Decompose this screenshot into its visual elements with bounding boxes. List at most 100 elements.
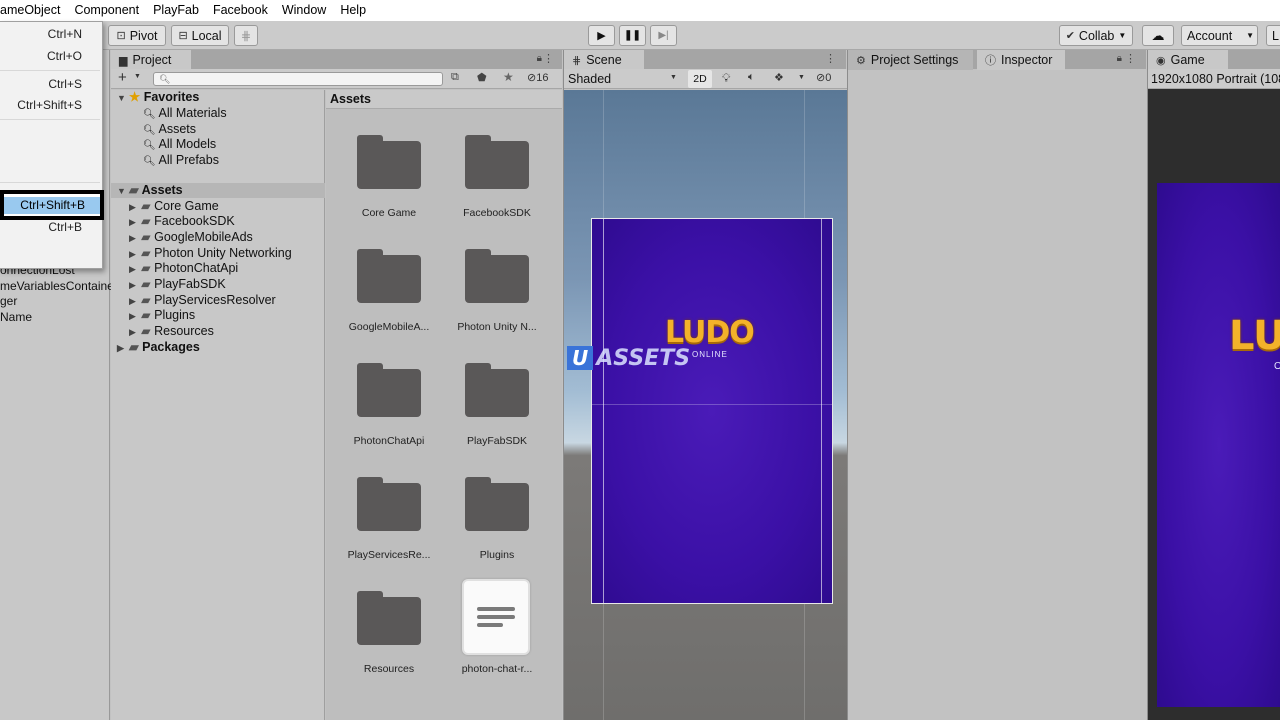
tree-fav-item[interactable]: 🔍︎ Assets — [111, 122, 325, 137]
game-viewport[interactable]: LU ON — [1148, 89, 1280, 720]
asset-label: PhotonChatApi — [353, 435, 425, 447]
collab-button[interactable]: ✔ Collab ▼ — [1059, 25, 1133, 46]
menu-component[interactable]: Component — [67, 0, 146, 21]
scene-viewport[interactable]: LUDO ONLINE U ASSETS — [564, 90, 847, 720]
local-button[interactable]: ⊟ Local — [171, 25, 229, 46]
effects-icon[interactable]: ❖ — [774, 71, 784, 84]
tree-folder[interactable]: ▶ ▰ PhotonChatApi — [111, 261, 325, 276]
step-button[interactable]: ▶| — [650, 25, 677, 46]
folder-icon: ▰ — [141, 324, 151, 338]
hierarchy-item[interactable]: Name — [0, 310, 32, 324]
menu-item-new-scene[interactable]: Ctrl+N — [48, 27, 82, 41]
folder-icon[interactable] — [357, 363, 421, 417]
hierarchy-item[interactable]: meVariablesContaine — [0, 279, 114, 293]
game-canvas-preview[interactable]: LUDO ONLINE — [591, 218, 833, 604]
chevron-down-icon[interactable]: ▼ — [798, 74, 805, 81]
project-panel: ▆ Project 🔒︎ ⋮ + ▼ 🔍︎ ⧉ ⬟ ★ ⊘16 ▼ ★ Favori… — [111, 50, 562, 720]
tree-fav-item[interactable]: 🔍︎ All Models — [111, 137, 325, 152]
favorites-label: Favorites — [143, 90, 200, 104]
folder-icon[interactable] — [465, 363, 529, 417]
text-file-icon[interactable] — [462, 579, 530, 655]
folder-icon[interactable] — [465, 249, 529, 303]
account-button[interactable]: Account ▼ — [1181, 25, 1258, 46]
tree-folder[interactable]: ▶ ▰ Core Game — [111, 199, 325, 214]
menu-facebook[interactable]: Facebook — [206, 0, 275, 21]
tab-inspector[interactable]: ⓘ Inspector — [977, 50, 1065, 70]
play-button[interactable]: ▶ — [588, 25, 615, 46]
tree-packages[interactable]: ▶ ▰ Packages — [111, 340, 325, 355]
menu-item-save-as[interactable]: Ctrl+Shift+S — [17, 98, 82, 112]
cloud-button[interactable]: ☁ — [1142, 25, 1174, 46]
tree-assets-root[interactable]: ▼ ▰ Assets — [111, 183, 325, 198]
chevron-down-icon[interactable]: ▼ — [134, 73, 141, 80]
lock-icon[interactable]: 🔒︎ — [537, 53, 542, 64]
folder-icon[interactable] — [465, 477, 529, 531]
folder-label: Core Game — [154, 199, 219, 213]
search-by-type-icon[interactable]: ⧉ — [451, 71, 459, 84]
menu-item-save[interactable]: Ctrl+S — [48, 77, 82, 91]
tree-folder[interactable]: ▶ ▰ PlayServicesResolver — [111, 293, 325, 308]
pause-button[interactable]: ❚❚ — [619, 25, 646, 46]
tree-fav-item[interactable]: 🔍︎ All Prefabs — [111, 153, 325, 168]
eye-slash-icon: ⊘ — [527, 72, 537, 84]
build-settings-shortcut: Ctrl+Shift+B — [20, 198, 85, 212]
2d-toggle[interactable]: 2D — [688, 70, 712, 88]
scene-tab-row: ⋕ Scene ⋮ — [564, 50, 846, 70]
menu-item-build-settings[interactable]: Ctrl+Shift+B — [0, 190, 104, 220]
fav-label: All Prefabs — [158, 153, 219, 167]
inspector-tab-row: ⚙ Project Settings ⓘ Inspector 🔒︎ ⋮ — [848, 50, 1146, 70]
menu-playfab[interactable]: PlayFab — [146, 0, 206, 21]
folder-icon[interactable] — [357, 249, 421, 303]
tree-fav-item[interactable]: 🔍︎ All Materials — [111, 106, 325, 121]
tree-folder[interactable]: ▶ ▰ Plugins — [111, 308, 325, 323]
layers-button[interactable]: L — [1266, 25, 1280, 46]
tree-folder[interactable]: ▶ ▰ FacebookSDK — [111, 214, 325, 229]
folder-icon[interactable] — [357, 591, 421, 645]
more-icon[interactable]: ⋮ — [1125, 52, 1136, 65]
more-icon[interactable]: ⋮ — [543, 52, 554, 65]
hidden-packages-toggle[interactable]: ⊘16 — [527, 71, 548, 84]
tree-folder[interactable]: ▶ ▰ GoogleMobileAds — [111, 230, 325, 245]
folder-icon[interactable] — [357, 477, 421, 531]
asset-label: Resources — [363, 663, 415, 675]
menu-window[interactable]: Window — [275, 0, 333, 21]
more-icon[interactable]: ⋮ — [825, 52, 836, 65]
tree-favorites[interactable]: ▼ ★ Favorites — [111, 90, 325, 105]
gizmo-count: 0 — [825, 72, 832, 84]
resolution-dropdown[interactable]: 1920x1080 Portrait (108 — [1151, 72, 1280, 86]
2d-label: 2D — [693, 73, 707, 85]
tab-game[interactable]: ◉ Game — [1148, 50, 1228, 70]
label-icon[interactable]: ⬟ — [477, 71, 487, 84]
hierarchy-item[interactable]: ger — [0, 294, 17, 308]
menu-item-open-scene[interactable]: Ctrl+O — [47, 49, 82, 63]
watermark-u: U — [567, 346, 594, 370]
hidden-objects-toggle[interactable]: ⊘0 — [816, 71, 831, 84]
fav-label: Assets — [158, 122, 197, 136]
tree-folder[interactable]: ▶ ▰ Photon Unity Networking — [111, 246, 325, 261]
audio-icon[interactable]: 🔈︎ — [748, 71, 755, 84]
folder-icon[interactable] — [357, 135, 421, 189]
pivot-button[interactable]: ⊡ Pivot — [108, 25, 166, 46]
tree-folder[interactable]: ▶ ▰ Resources — [111, 324, 325, 339]
layers-label: L — [1272, 28, 1279, 43]
folder-icon: ▰ — [141, 199, 151, 213]
grid-snap-button[interactable]: ⋕ — [234, 25, 258, 46]
folder-icon[interactable] — [465, 135, 529, 189]
shading-mode-dropdown[interactable]: Shaded — [568, 72, 611, 86]
lock-icon[interactable]: 🔒︎ — [1117, 53, 1122, 64]
star-icon[interactable]: ★ — [503, 70, 514, 84]
menu-gameobject[interactable]: ameObject — [0, 0, 67, 21]
collapse-arrow-icon: ▶ — [117, 343, 124, 353]
folder-icon: ▆ — [119, 54, 128, 67]
menu-help[interactable]: Help — [333, 0, 373, 21]
tab-project-settings[interactable]: ⚙ Project Settings — [848, 50, 973, 70]
add-icon[interactable]: + — [118, 69, 127, 86]
tab-scene[interactable]: ⋕ Scene — [564, 50, 644, 70]
lighting-icon[interactable]: 💡︎ — [722, 71, 730, 86]
chevron-down-icon[interactable]: ▼ — [670, 74, 677, 81]
game-panel: ◉ Game 1920x1080 Portrait (108 LU ON — [1147, 50, 1280, 720]
search-input[interactable]: 🔍︎ — [153, 72, 443, 86]
tab-project[interactable]: ▆ Project — [111, 50, 191, 70]
menu-item-build-and-run[interactable]: Ctrl+B — [48, 220, 82, 234]
tree-folder[interactable]: ▶ ▰ PlayFabSDK — [111, 277, 325, 292]
